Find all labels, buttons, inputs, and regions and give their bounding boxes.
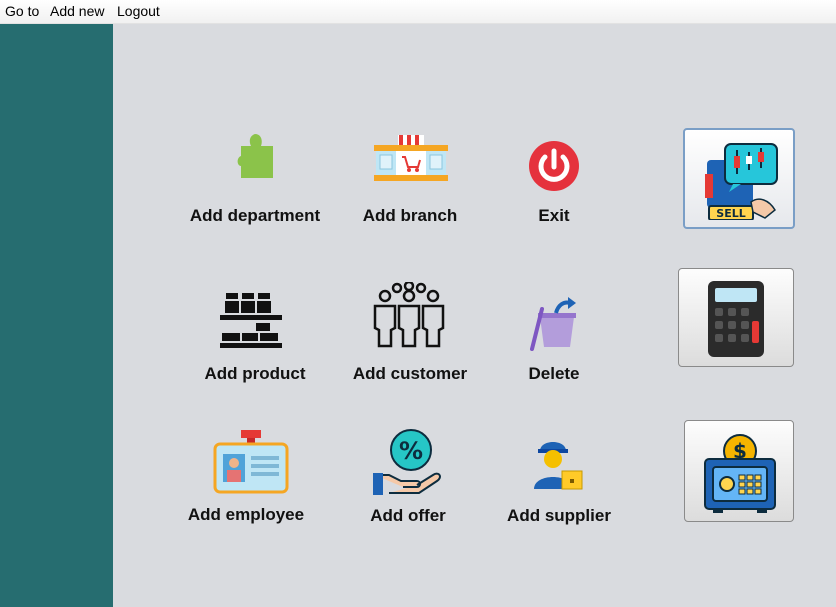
- add-employee-tile[interactable]: Add employee: [175, 425, 317, 530]
- add-branch-label: Add branch: [362, 206, 458, 225]
- sell-button[interactable]: SELL: [683, 128, 795, 229]
- svg-text:%: %: [399, 437, 423, 465]
- money-safe-icon: $: [704, 434, 776, 513]
- menu-add-new[interactable]: Add new: [50, 3, 104, 19]
- menu-goto[interactable]: Go to: [5, 3, 39, 19]
- trash-bin-icon: [530, 297, 576, 351]
- puzzle-piece-icon: [237, 134, 273, 178]
- sell-sign-text: SELL: [716, 207, 745, 220]
- add-supplier-label: Add supplier: [507, 506, 611, 525]
- add-customer-tile[interactable]: Add customer: [345, 282, 475, 390]
- customers-group-icon: [373, 282, 445, 348]
- exit-label: Exit: [538, 206, 570, 225]
- discount-offer-icon: %: [373, 429, 441, 495]
- add-department-tile[interactable]: Add department: [175, 125, 335, 230]
- shop-storefront-icon: [374, 135, 448, 181]
- add-branch-tile[interactable]: Add branch: [350, 125, 470, 230]
- add-department-label: Add department: [189, 206, 321, 225]
- sidebar-panel: [0, 24, 113, 607]
- safe-button[interactable]: $: [684, 420, 794, 522]
- exit-tile[interactable]: Exit: [504, 125, 604, 230]
- add-supplier-tile[interactable]: Add supplier: [500, 425, 618, 530]
- calculator-icon: [708, 281, 764, 357]
- add-customer-label: Add customer: [352, 364, 468, 383]
- sell-chart-icon: SELL: [705, 143, 778, 220]
- add-offer-label: Add offer: [370, 506, 446, 525]
- add-product-label: Add product: [204, 364, 306, 383]
- supplier-courier-icon: [534, 442, 583, 490]
- add-product-tile[interactable]: Add product: [190, 285, 320, 390]
- product-shelf-icon: [220, 293, 282, 348]
- delete-tile[interactable]: Delete: [504, 285, 604, 390]
- power-button-icon: [529, 141, 579, 191]
- calculator-button[interactable]: [678, 268, 794, 367]
- delete-label: Delete: [528, 364, 580, 383]
- add-offer-tile[interactable]: % Add offer: [355, 425, 461, 530]
- add-employee-label: Add employee: [187, 505, 305, 524]
- employee-id-card-icon: [213, 430, 289, 494]
- menu-bar: Go to Add new Logout: [0, 0, 836, 24]
- menu-logout[interactable]: Logout: [117, 3, 160, 19]
